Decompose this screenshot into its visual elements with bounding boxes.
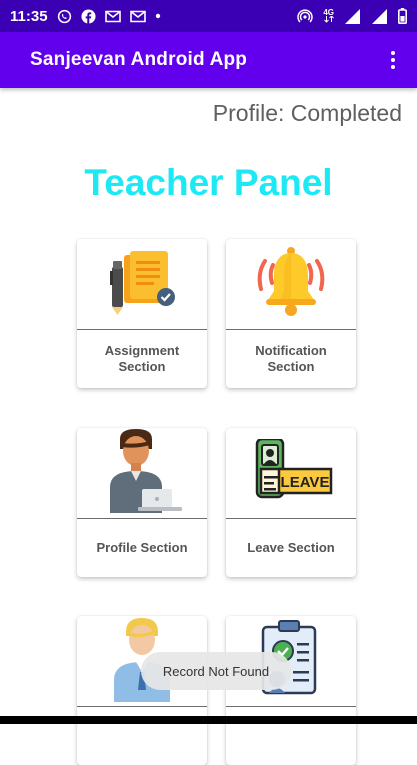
profile-section-card[interactable]: Profile Section [77,428,207,577]
hotspot-icon [297,8,313,24]
signal-icon [371,8,388,24]
toast-message: Record Not Found [141,652,291,690]
profile-icon [102,428,182,518]
network-type: 4G [323,8,334,17]
battery-icon [398,8,407,24]
panel-title: Teacher Panel [84,162,333,203]
whatsapp-icon [57,9,72,24]
network-4g-icon: 4G [323,9,334,23]
app-title: Sanjeevan Android App [30,49,248,70]
svg-text:LEAVE: LEAVE [281,474,330,491]
app-bar: Sanjeevan Android App [0,32,417,88]
status-time: 11:35 [10,7,48,25]
card-label: Assignment Section [104,343,180,374]
signal-icon [344,8,361,24]
leave-section-card[interactable]: LEAVE Leave Section [226,428,356,577]
gmail-icon [104,10,121,23]
checklist-section-card[interactable] [226,616,356,765]
facebook-icon [81,8,96,24]
notification-section-card[interactable]: Notification Section [226,239,356,388]
status-bar: 11:35 4G [0,0,417,32]
profile-status: Profile: Completed [212,100,402,126]
gmail-icon [129,10,146,23]
overflow-menu-icon[interactable] [383,44,403,76]
system-nav-bar [0,716,417,724]
bell-icon [251,243,331,326]
card-label: Profile Section [96,540,188,555]
more-dot-icon [155,13,161,19]
teacher-section-card[interactable] [77,616,207,765]
assignment-section-card[interactable]: Assignment Section [77,239,207,388]
status-right: 4G [297,8,407,24]
card-label: Leave Section [247,540,335,555]
leave-icon: LEAVE [249,437,333,508]
status-left: 11:35 [10,8,161,25]
assignment-icon [102,247,182,322]
card-label: Notification Section [255,343,327,374]
